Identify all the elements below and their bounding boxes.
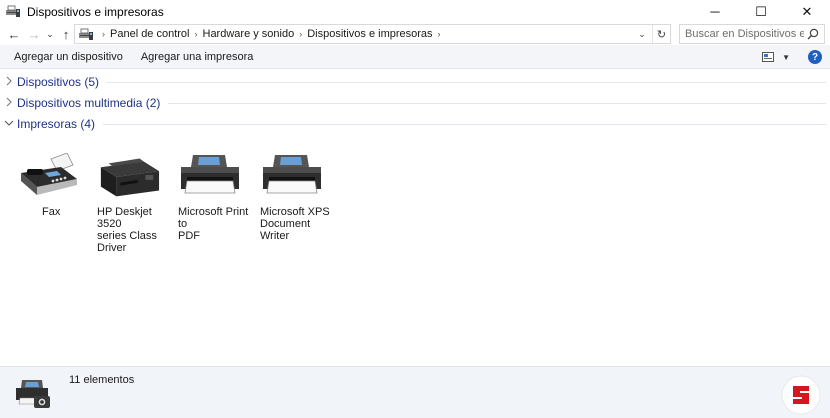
window-title: Dispositivos e impresoras (27, 4, 164, 19)
item-count: 11 elementos (69, 374, 135, 386)
back-button[interactable]: ← (4, 24, 24, 44)
watermark-logo-icon (780, 374, 822, 416)
address-history-dropdown[interactable]: ⌄ (634, 25, 650, 43)
forward-button[interactable]: → (24, 24, 44, 44)
device-item-microsoft-print-to-pdf[interactable]: Microsoft Print to PDF (178, 147, 258, 242)
breadcrumb-separator[interactable]: › (299, 29, 302, 39)
devices-status-icon (16, 380, 56, 415)
view-icon (762, 52, 775, 62)
breadcrumb-panel-de-control[interactable]: Panel de control (110, 28, 190, 40)
breadcrumb-separator[interactable]: › (102, 29, 105, 39)
device-item-hp-deskjet[interactable]: HP Deskjet 3520 series Class Driver (97, 147, 177, 254)
group-label[interactable]: Dispositivos (5) (17, 75, 99, 89)
close-button[interactable]: ✕ (784, 0, 830, 23)
recent-locations-button[interactable]: ⌄ (44, 24, 56, 44)
add-printer-button[interactable]: Agregar una impresora (134, 45, 261, 69)
device-name-line1: Microsoft Print to (178, 206, 249, 230)
address-bar[interactable]: › Panel de control › Hardware y sonido ›… (74, 24, 671, 44)
printer-icon (178, 147, 242, 197)
title-bar: Dispositivos e impresoras ─ ☐ ✕ (0, 0, 830, 23)
group-label[interactable]: Impresoras (4) (17, 117, 95, 131)
status-bar: 11 elementos (0, 366, 830, 418)
add-device-button[interactable]: Agregar un dispositivo (7, 45, 130, 69)
device-name: Microsoft XPS Document Writer (260, 206, 340, 242)
breadcrumb-separator[interactable]: › (195, 29, 198, 39)
device-name: Microsoft Print to PDF (178, 206, 258, 242)
devices-printers-location-icon (78, 27, 94, 41)
group-header-dispositivos[interactable]: Dispositivos (5) (0, 72, 826, 92)
group-label[interactable]: Dispositivos multimedia (2) (17, 96, 160, 110)
group-divider (103, 124, 826, 125)
group-header-dispositivos-multimedia[interactable]: Dispositivos multimedia (2) (0, 93, 826, 113)
search-input[interactable] (680, 25, 804, 43)
help-button[interactable]: ? (808, 50, 822, 64)
device-item-microsoft-xps-document-writer[interactable]: Microsoft XPS Document Writer (260, 147, 340, 242)
group-header-impresoras[interactable]: Impresoras (4) (0, 114, 826, 134)
printer-icon (260, 147, 324, 197)
chevron-down-icon[interactable] (1, 119, 17, 130)
device-item-fax[interactable]: Fax (16, 147, 96, 218)
breadcrumb-separator[interactable]: › (438, 29, 441, 39)
chevron-right-icon[interactable] (1, 76, 17, 89)
command-bar-right: ▼ ? (762, 45, 822, 69)
maximize-button[interactable]: ☐ (738, 0, 784, 23)
device-name-line2: PDF (178, 230, 200, 242)
fax-icon (16, 147, 80, 197)
view-dropdown-caret-icon[interactable]: ▼ (782, 53, 790, 62)
change-view-button[interactable]: ▼ (762, 52, 790, 62)
up-button[interactable]: ↑ (56, 24, 76, 44)
search-box[interactable] (679, 24, 825, 44)
device-name: HP Deskjet 3520 series Class Driver (97, 206, 177, 254)
search-icon[interactable] (804, 28, 822, 40)
device-name-line1: HP Deskjet 3520 (97, 206, 152, 230)
device-name-line2: Document Writer (260, 218, 311, 242)
breadcrumb-hardware-y-sonido[interactable]: Hardware y sonido (203, 28, 295, 40)
devices-printers-app-icon (5, 5, 21, 19)
window-controls: ─ ☐ ✕ (692, 0, 830, 23)
device-name: Fax (42, 206, 61, 218)
group-divider (168, 103, 826, 104)
minimize-button[interactable]: ─ (692, 0, 738, 23)
group-divider (107, 82, 826, 83)
chevron-right-icon[interactable] (1, 97, 17, 110)
device-name-line2: series Class Driver (97, 230, 157, 254)
inkjet-printer-icon (97, 147, 161, 197)
breadcrumb-dispositivos-e-impresoras[interactable]: Dispositivos e impresoras (307, 28, 432, 40)
content-pane: Dispositivos (5) Dispositivos multimedia… (0, 70, 830, 366)
navigation-row: ← → ⌄ ↑ › Panel de control › Hardware y … (0, 23, 830, 45)
refresh-button[interactable]: ↻ (652, 25, 670, 43)
device-name-line1: Microsoft XPS (260, 206, 330, 218)
command-bar: Agregar un dispositivo Agregar una impre… (0, 45, 830, 69)
